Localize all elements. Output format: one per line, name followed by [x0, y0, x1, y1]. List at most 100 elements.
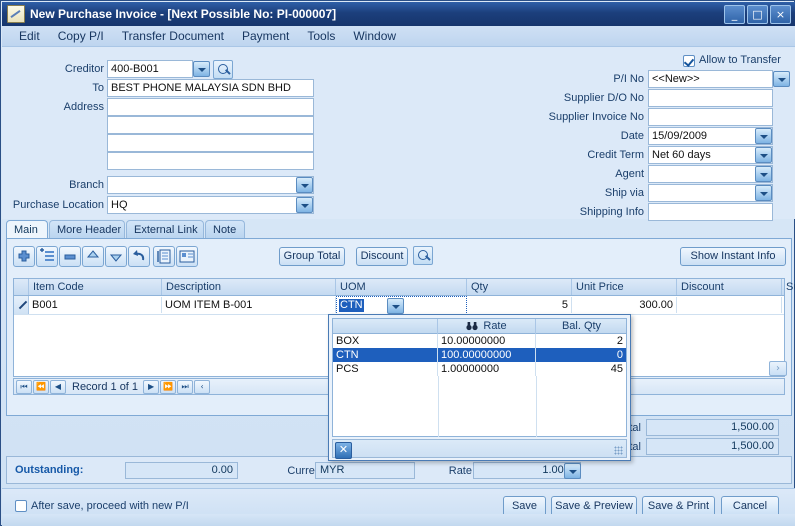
tab-strip: Main More Header External Link Note — [6, 220, 792, 239]
pi-no-dropdown-button[interactable] — [773, 71, 790, 87]
branch-input[interactable] — [107, 176, 314, 194]
nav-prev-button[interactable]: ◀ — [50, 380, 66, 394]
rate-dropdown-button[interactable] — [564, 463, 581, 479]
grid-header-discount[interactable]: Discount — [677, 279, 782, 295]
add-icon[interactable] — [13, 246, 35, 267]
grid-header-item-code[interactable]: Item Code — [29, 279, 162, 295]
nav-next-button[interactable]: ▶ — [143, 380, 159, 394]
nav-next-page-button[interactable]: ⏩ — [160, 380, 176, 394]
address-line-2[interactable] — [107, 116, 314, 134]
after-save-checkbox[interactable] — [15, 500, 27, 512]
maximize-button[interactable]: □ — [747, 5, 768, 24]
grid-scroll-right-button[interactable]: › — [769, 361, 787, 376]
grid-header-uom[interactable]: UOM — [336, 279, 467, 295]
move-down-icon[interactable] — [105, 246, 127, 267]
tab-note[interactable]: Note — [205, 220, 245, 239]
window-title: New Purchase Invoice - [Next Possible No… — [30, 7, 336, 21]
currency-input[interactable]: MYR — [315, 462, 415, 479]
branch-dropdown-button[interactable] — [296, 177, 313, 193]
nav-prev-page-button[interactable]: ⏪ — [33, 380, 49, 394]
cell-discount[interactable] — [677, 297, 782, 313]
address-line-3[interactable] — [107, 134, 314, 152]
supplier-do-no-input[interactable] — [648, 89, 773, 107]
grid-header-description[interactable]: Description — [162, 279, 336, 295]
cell-item-code[interactable]: B001 — [29, 297, 162, 313]
cell-unit-price[interactable]: 300.00 — [572, 297, 677, 313]
list-item[interactable]: CTN 100.00000000 0 — [333, 348, 626, 362]
menu-item-copy-pi[interactable]: Copy P/I — [49, 27, 113, 45]
grid-header-qty[interactable]: Qty — [467, 279, 572, 295]
menu-item-edit[interactable]: Edit — [10, 27, 49, 45]
detail-list-icon[interactable] — [153, 246, 175, 267]
detail-search-button[interactable] — [413, 246, 433, 265]
cell-uom-dropdown-button[interactable] — [387, 298, 404, 314]
cell-uom-editor[interactable]: CTN — [336, 296, 467, 315]
purchase-invoice-window: New Purchase Invoice - [Next Possible No… — [0, 0, 795, 526]
outstanding-label: Outstanding: — [15, 464, 83, 476]
after-save-label: After save, proceed with new P/I — [31, 500, 189, 512]
list-item[interactable]: BOX 10.00000000 2 — [333, 334, 626, 348]
properties-icon[interactable] — [176, 246, 198, 267]
remove-icon[interactable] — [59, 246, 81, 267]
magnifier-icon — [418, 250, 428, 260]
row-indicator — [14, 296, 29, 314]
tab-main[interactable]: Main — [6, 220, 48, 239]
cell-qty[interactable]: 5 — [467, 297, 572, 313]
agent-label: Agent — [502, 168, 644, 180]
cell-uom-value: CTN — [339, 299, 364, 312]
purchase-location-dropdown-button[interactable] — [296, 197, 313, 213]
tab-external-link[interactable]: External Link — [126, 220, 204, 239]
close-icon[interactable]: ✕ — [335, 442, 352, 459]
uom-popup-balqty-2: 45 — [536, 362, 626, 376]
resize-grip-icon[interactable] — [614, 446, 623, 455]
menu-bar: Edit Copy P/I Transfer Document Payment … — [2, 26, 795, 47]
ship-via-dropdown-button[interactable] — [755, 185, 772, 201]
to-input[interactable]: BEST PHONE MALAYSIA SDN BHD — [107, 79, 314, 97]
move-up-icon[interactable] — [82, 246, 104, 267]
grid-header-unit-price[interactable]: Unit Price — [572, 279, 677, 295]
agent-dropdown-button[interactable] — [755, 166, 772, 182]
shipping-info-input[interactable] — [648, 203, 773, 221]
close-button[interactable]: × — [770, 5, 791, 24]
purchase-location-input[interactable]: HQ — [107, 196, 314, 214]
nav-extra-button[interactable]: ‹ — [194, 380, 210, 394]
uom-popup-col-bal-qty[interactable]: Bal. Qty — [536, 319, 627, 334]
binoculars-icon — [466, 322, 478, 331]
credit-term-dropdown-button[interactable] — [755, 147, 772, 163]
creditor-dropdown-button[interactable] — [193, 61, 210, 77]
creditor-input[interactable]: 400-B001 — [107, 60, 193, 78]
undo-icon[interactable] — [128, 246, 150, 267]
show-instant-info-button[interactable]: Show Instant Info — [680, 247, 786, 266]
nav-first-button[interactable]: ⏮ — [16, 380, 32, 394]
uom-popup-col-uom[interactable] — [333, 319, 438, 334]
uom-popup-balqty-1: 0 — [536, 348, 626, 362]
pi-no-input[interactable]: <<New>> — [648, 70, 773, 88]
credit-term-label: Credit Term — [502, 149, 644, 161]
grid-header-subtotal[interactable]: SubTotal — [782, 279, 795, 295]
uom-popup-footer: ✕ — [332, 439, 627, 458]
group-total-button[interactable]: Group Total — [279, 247, 345, 266]
uom-popup-col-rate[interactable]: Rate — [438, 319, 536, 334]
cell-subtotal[interactable]: 1,500.00 — [782, 297, 795, 313]
address-line-4[interactable] — [107, 152, 314, 170]
tab-more-header[interactable]: More Header — [49, 220, 125, 239]
supplier-invoice-no-label: Supplier Invoice No — [492, 111, 644, 123]
minimize-button[interactable]: _ — [724, 5, 745, 24]
allow-to-transfer-checkbox[interactable] — [683, 55, 695, 67]
menu-item-window[interactable]: Window — [344, 27, 405, 45]
supplier-invoice-no-input[interactable] — [648, 108, 773, 126]
menu-item-transfer-document[interactable]: Transfer Document — [113, 27, 233, 45]
uom-popup-balqty-0: 2 — [536, 334, 626, 348]
nav-last-button[interactable]: ⏭ — [177, 380, 193, 394]
address-line-1[interactable] — [107, 98, 314, 116]
supplier-do-no-label: Supplier D/O No — [502, 92, 644, 104]
list-item[interactable]: PCS 1.00000000 45 — [333, 362, 626, 376]
creditor-search-button[interactable] — [213, 60, 233, 79]
grid-header-indicator — [14, 279, 29, 295]
insert-icon[interactable] — [36, 246, 58, 267]
date-dropdown-button[interactable] — [755, 128, 772, 144]
menu-item-tools[interactable]: Tools — [298, 27, 344, 45]
menu-item-payment[interactable]: Payment — [233, 27, 298, 45]
cell-description[interactable]: UOM ITEM B-001 — [162, 297, 336, 313]
discount-button[interactable]: Discount — [356, 247, 408, 266]
